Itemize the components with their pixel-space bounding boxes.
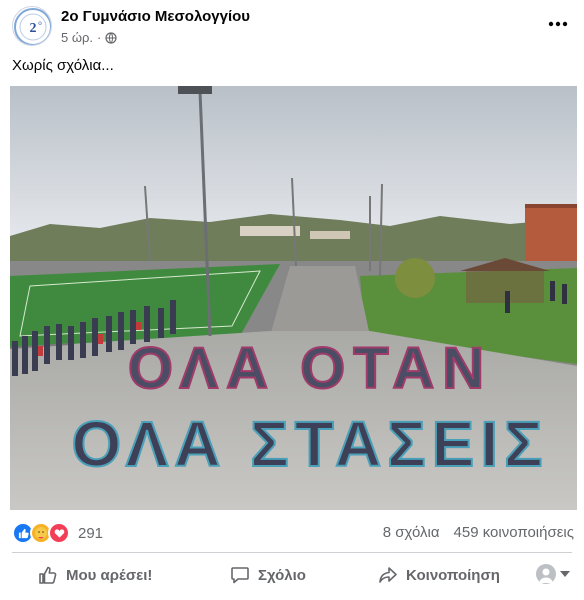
globe-icon[interactable]: [105, 31, 117, 44]
comment-icon: [231, 567, 249, 584]
schoolyard-photo: ΟΛΑ ΟΤΑΝ ΟΛΑ ΣΤΑΣΕΙΣ: [10, 86, 577, 510]
facebook-post: 2 ο 2ο Γυμνάσιο Μεσολογγίου 5 ώρ. · Χωρί…: [0, 0, 584, 600]
post-stats: 291 8 σχόλια 459 κοινοποιήσεις: [0, 520, 584, 546]
school-logo-icon: 2 ο: [14, 8, 51, 45]
more-options-button[interactable]: [544, 12, 572, 36]
post-caption: Χωρίς σχόλια...: [12, 57, 114, 74]
page-avatar[interactable]: 2 ο: [12, 6, 52, 46]
reaction-summary[interactable]: 291: [12, 522, 103, 544]
backpack-word-line1: ΟΛΑ ΟΤΑΝ: [128, 336, 492, 401]
comment-label: Σχόλιο: [258, 566, 306, 584]
action-bar: Μου αρέσει! Σχόλιο Κοινοποίηση: [0, 556, 584, 594]
like-label: Μου αρέσει!: [66, 566, 153, 584]
shares-count[interactable]: 459 κοινοποιήσεις: [454, 524, 574, 541]
comments-count[interactable]: 8 σχόλια: [383, 524, 440, 541]
comment-button[interactable]: Σχόλιο: [230, 558, 306, 592]
svg-text:ο: ο: [38, 19, 42, 27]
divider: [12, 552, 572, 553]
page-name[interactable]: 2ο Γυμνάσιο Μεσολογγίου: [61, 8, 250, 25]
post-header: 2 ο 2ο Γυμνάσιο Μεσολογγίου 5 ώρ. ·: [0, 0, 584, 56]
svg-text:2: 2: [30, 21, 37, 36]
post-photo[interactable]: ΟΛΑ ΟΤΑΝ ΟΛΑ ΣΤΑΣΕΙΣ: [10, 86, 577, 510]
share-label: Κοινοποίηση: [406, 566, 500, 584]
engagement-counts: 8 σχόλια 459 κοινοποιήσεις: [383, 524, 574, 541]
caret-down-icon: [560, 571, 570, 577]
post-time[interactable]: 5 ώρ.: [61, 30, 93, 45]
reaction-profile-switcher[interactable]: [536, 564, 570, 584]
post-meta: 5 ώρ. ·: [61, 30, 117, 45]
share-icon: [379, 567, 397, 583]
thumbs-up-icon: [39, 566, 57, 584]
ellipsis-icon: [548, 21, 568, 27]
reaction-count: 291: [78, 524, 104, 542]
backpack-word-line2: ΟΛΑ ΣΤΑΣΕΙΣ: [72, 408, 549, 480]
profile-avatar-icon: [536, 564, 556, 584]
love-icon: [48, 522, 70, 544]
like-button[interactable]: Μου αρέσει!: [38, 558, 152, 592]
share-button[interactable]: Κοινοποίηση: [378, 558, 500, 592]
